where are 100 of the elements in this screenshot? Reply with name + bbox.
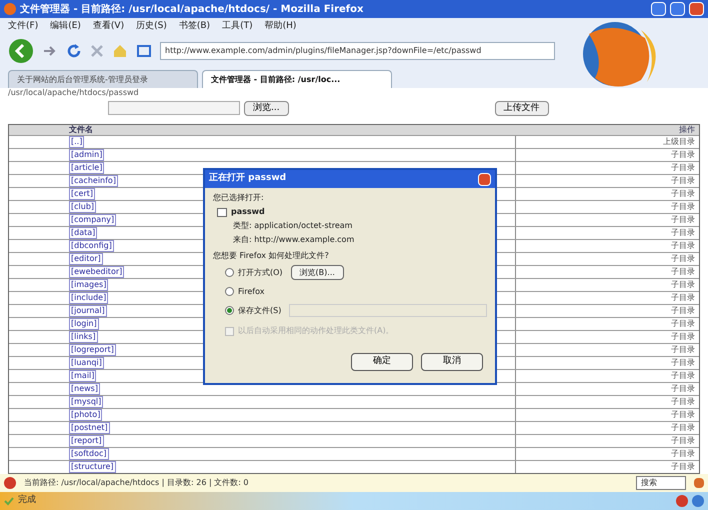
folder-link[interactable]: [data] [69, 227, 98, 239]
table-cell: 子目录 [671, 149, 695, 161]
folder-link[interactable]: [journal] [69, 305, 107, 317]
table-cell: 子目录 [671, 435, 695, 447]
folder-link[interactable]: [photo] [69, 409, 102, 421]
save-path-field[interactable] [289, 304, 487, 317]
folder-link[interactable]: [report] [69, 435, 104, 447]
check-icon [4, 496, 14, 506]
menu-item[interactable]: 工具(T) [222, 20, 253, 34]
table-cell: 子目录 [671, 162, 695, 174]
folder-link[interactable]: [company] [69, 214, 116, 226]
table-cell: 子目录 [671, 214, 695, 226]
folder-link[interactable]: [softdoc] [69, 448, 108, 460]
table-cell: 子目录 [671, 305, 695, 317]
browse-button[interactable]: 浏览(B)... [290, 265, 344, 280]
table-cell: 子目录 [671, 253, 695, 265]
folder-link[interactable]: [cert] [69, 188, 95, 200]
table-cell: 子目录 [671, 357, 695, 369]
folder-link[interactable]: [mail] [69, 370, 96, 382]
minimize-button[interactable] [651, 2, 666, 16]
folder-link[interactable]: [article] [69, 162, 104, 174]
menu-item[interactable]: 书签(B) [178, 20, 210, 34]
dialog-text: 您想要 Firefox 如何处理此文件? [213, 250, 330, 262]
menu-item[interactable]: 文件(F) [8, 20, 38, 34]
status-text: 完成 [18, 494, 37, 508]
table-cell: 子目录 [671, 448, 695, 460]
folder-link[interactable]: [logreport] [69, 344, 116, 356]
table-cell: 子目录 [671, 409, 695, 421]
folder-link[interactable]: [ewebeditor] [69, 266, 124, 278]
radio-button[interactable] [225, 287, 234, 296]
bookmark-icon[interactable] [136, 43, 152, 59]
search-field[interactable]: 搜索 [636, 476, 686, 490]
column-header: 文件名 [69, 124, 93, 136]
option-label: 打开方式(O) [238, 266, 283, 278]
table-cell: 子目录 [671, 383, 695, 395]
maximize-button[interactable] [670, 2, 685, 16]
option-label: 保存文件(S) [238, 304, 282, 316]
table-cell: 子目录 [671, 227, 695, 239]
close-button[interactable] [689, 2, 704, 16]
folder-link[interactable]: [cacheinfo] [69, 175, 118, 187]
folder-link[interactable]: [club] [69, 201, 96, 213]
browser-tab[interactable]: 关于网站的后台管理系统-管理员登录 [8, 70, 198, 88]
folder-link[interactable]: [dbconfig] [69, 240, 114, 252]
folder-link[interactable]: [editor] [69, 253, 103, 265]
folder-link[interactable]: [mysql] [69, 396, 104, 408]
table-cell: 子目录 [671, 318, 695, 330]
table-cell: 子目录 [671, 266, 695, 278]
folder-link[interactable]: [postnet] [69, 422, 110, 434]
radio-button[interactable] [225, 306, 234, 315]
column-header: 操作 [679, 124, 695, 136]
path-text: /usr/local/apache/htdocs/passwd [8, 87, 139, 99]
table-cell: 子目录 [671, 279, 695, 291]
file-icon [217, 208, 227, 216]
upload-button[interactable]: 上传文件 [494, 100, 549, 116]
table-cell: 子目录 [671, 331, 695, 343]
checkbox-label: 以后自动采用相同的动作处理此类文件(A)。 [238, 325, 394, 337]
table-cell: 子目录 [671, 175, 695, 187]
folder-link[interactable]: [include] [69, 292, 108, 304]
menu-item[interactable]: 查看(V) [92, 20, 124, 34]
back-button[interactable] [8, 38, 34, 64]
table-cell: 子目录 [671, 292, 695, 304]
table-cell: 子目录 [671, 461, 695, 473]
reload-icon[interactable] [66, 43, 82, 59]
folder-link[interactable]: [images] [69, 279, 108, 291]
folder-link[interactable]: [structure] [69, 461, 116, 473]
dialog-button[interactable]: 确定 [351, 353, 413, 371]
dialog-button[interactable]: 取消 [421, 353, 483, 371]
table-cell: 子目录 [671, 422, 695, 434]
table-cell: 子目录 [671, 370, 695, 382]
info-text: 当前路径: /usr/local/apache/htdocs | 目录数: 26 | 文件数: 0 [24, 477, 250, 489]
radio-button[interactable] [225, 268, 234, 277]
address-field[interactable]: http://www.example.com/admin/plugins/fileManager.jsp?downFile=/etc/passwd [160, 42, 555, 60]
browser-tab[interactable]: 文件管理器 - 目前路径: /usr/loc... [202, 70, 392, 88]
forward-icon[interactable] [42, 44, 58, 58]
window-title: 文件管理器 - 目前路径: /usr/local/apache/htdocs/ - Mozilla Firefox [20, 2, 364, 16]
option-label: Firefox [238, 286, 264, 298]
table-cell: 子目录 [671, 201, 695, 213]
browse-button[interactable]: 浏览... [244, 100, 289, 116]
folder-link[interactable]: [login] [69, 318, 99, 330]
folder-link[interactable]: [links] [69, 331, 98, 343]
table-cell: 子目录 [671, 344, 695, 356]
menu-item[interactable]: 帮助(H) [264, 20, 296, 34]
file-input-field[interactable] [108, 101, 240, 115]
table-cell: 上级目录 [663, 136, 695, 148]
table-cell: 子目录 [671, 188, 695, 200]
file-source: 来自: http://www.example.com [232, 234, 356, 246]
dialog-title: 正在打开 passwd [209, 172, 288, 186]
folder-link[interactable]: [admin] [69, 149, 104, 161]
folder-link[interactable]: [luanqi] [69, 357, 104, 369]
close-button[interactable] [478, 172, 491, 186]
app-icon [4, 3, 16, 15]
folder-link[interactable]: [news] [69, 383, 100, 395]
file-type: 类型: application/octet-stream [232, 220, 354, 232]
menu-item[interactable]: 编辑(E) [50, 20, 81, 34]
table-cell: 子目录 [671, 240, 695, 252]
menu-item[interactable]: 历史(S) [136, 20, 167, 34]
table-cell: 子目录 [671, 396, 695, 408]
dialog-text: 您已选择打开: [213, 192, 265, 204]
file-name: passwd [231, 206, 265, 218]
folder-link[interactable]: [..] [69, 136, 84, 148]
